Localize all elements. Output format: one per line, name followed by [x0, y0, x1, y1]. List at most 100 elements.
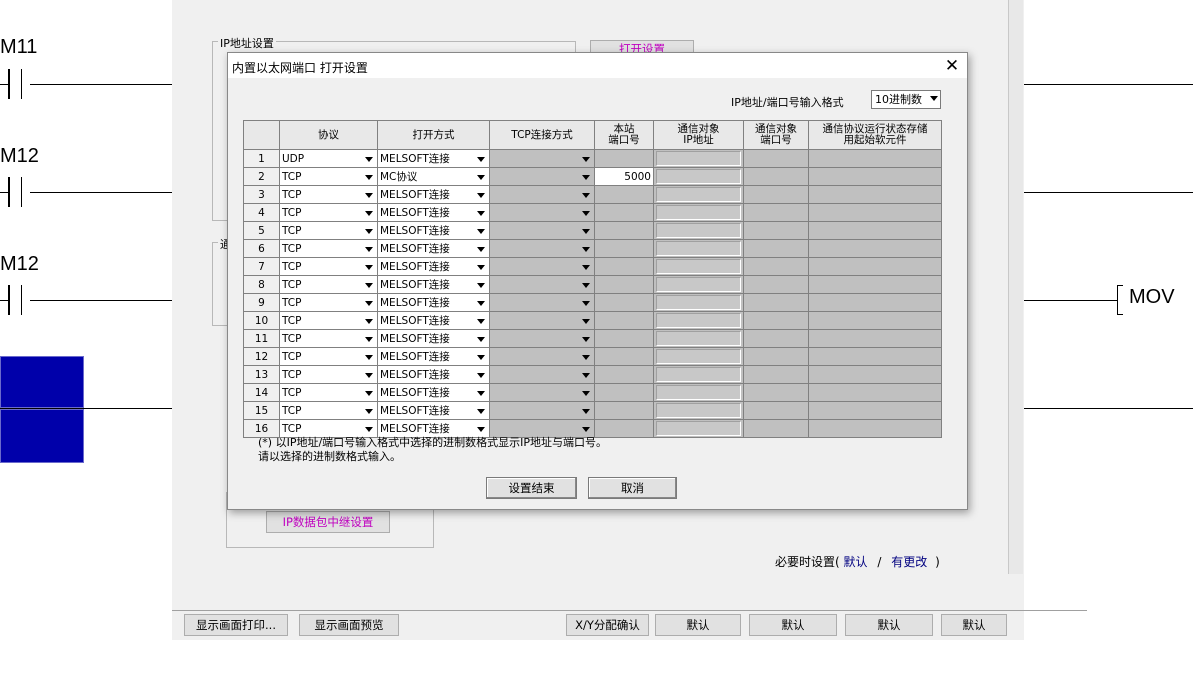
tcp-connection-select[interactable] [490, 150, 594, 167]
protocol-select[interactable]: TCP [280, 402, 377, 419]
tcp-connection-cell[interactable] [489, 275, 595, 294]
protocol-select[interactable]: TCP [280, 168, 377, 185]
local-port-cell[interactable] [594, 419, 654, 438]
open-method-select[interactable]: MC协议 [378, 168, 489, 185]
protocol-cell[interactable]: TCP [279, 203, 378, 222]
local-port-cell[interactable] [594, 257, 654, 276]
tcp-connection-select[interactable] [490, 240, 594, 257]
protocol-cell[interactable]: TCP [279, 419, 378, 438]
local-port-cell[interactable] [594, 293, 654, 312]
tcp-connection-cell[interactable] [489, 311, 595, 330]
local-port-cell[interactable] [594, 329, 654, 348]
selected-cell-block[interactable] [0, 409, 84, 463]
tcp-connection-select[interactable] [490, 186, 594, 203]
protocol-cell[interactable]: TCP [279, 365, 378, 384]
protocol-select[interactable]: TCP [280, 258, 377, 275]
open-method-cell[interactable]: MELSOFT连接 [377, 383, 490, 402]
tcp-connection-cell[interactable] [489, 203, 595, 222]
open-method-cell[interactable]: MELSOFT连接 [377, 311, 490, 330]
local-port-cell[interactable] [594, 149, 654, 168]
local-port-cell[interactable] [594, 311, 654, 330]
xy-assignment-check-button[interactable]: X/Y分配确认 [566, 614, 649, 636]
open-method-cell[interactable]: MELSOFT连接 [377, 185, 490, 204]
protocol-select[interactable]: TCP [280, 186, 377, 203]
protocol-select[interactable]: TCP [280, 366, 377, 383]
open-method-cell[interactable]: MC协议 [377, 167, 490, 186]
protocol-select[interactable]: TCP [280, 222, 377, 239]
open-method-select[interactable]: MELSOFT连接 [378, 312, 489, 329]
preview-screen-button[interactable]: 显示画面预览 [299, 614, 399, 636]
open-method-cell[interactable]: MELSOFT连接 [377, 221, 490, 240]
tcp-connection-select[interactable] [490, 222, 594, 239]
protocol-cell[interactable]: TCP [279, 311, 378, 330]
protocol-select[interactable]: TCP [280, 384, 377, 401]
protocol-select[interactable]: TCP [280, 330, 377, 347]
open-method-cell[interactable]: MELSOFT连接 [377, 239, 490, 258]
local-port-cell[interactable] [594, 203, 654, 222]
open-method-cell[interactable]: MELSOFT连接 [377, 293, 490, 312]
open-method-cell[interactable]: MELSOFT连接 [377, 365, 490, 384]
default-button-1[interactable]: 默认 [655, 614, 741, 636]
local-port-cell[interactable] [594, 401, 654, 420]
tcp-connection-select[interactable] [490, 420, 594, 437]
tcp-connection-select[interactable] [490, 402, 594, 419]
local-port-cell[interactable] [594, 185, 654, 204]
tcp-connection-select[interactable] [490, 168, 594, 185]
contact-symbol[interactable] [8, 69, 22, 99]
tcp-connection-cell[interactable] [489, 293, 595, 312]
protocol-cell[interactable]: TCP [279, 275, 378, 294]
protocol-cell[interactable]: TCP [279, 329, 378, 348]
tcp-connection-cell[interactable] [489, 419, 595, 438]
protocol-cell[interactable]: TCP [279, 239, 378, 258]
open-method-select[interactable]: MELSOFT连接 [378, 402, 489, 419]
tcp-connection-cell[interactable] [489, 149, 595, 168]
protocol-select[interactable]: TCP [280, 294, 377, 311]
protocol-select[interactable]: TCP [280, 312, 377, 329]
tcp-connection-select[interactable] [490, 330, 594, 347]
tcp-connection-select[interactable] [490, 384, 594, 401]
protocol-select[interactable]: TCP [280, 348, 377, 365]
protocol-cell[interactable]: UDP [279, 149, 378, 168]
local-port-cell[interactable] [594, 347, 654, 366]
open-method-select[interactable]: MELSOFT连接 [378, 240, 489, 257]
protocol-cell[interactable]: TCP [279, 221, 378, 240]
open-method-select[interactable]: MELSOFT连接 [378, 186, 489, 203]
open-method-cell[interactable]: MELSOFT连接 [377, 203, 490, 222]
tcp-connection-select[interactable] [490, 348, 594, 365]
tcp-connection-cell[interactable] [489, 347, 595, 366]
input-format-select[interactable]: 10进制数 [871, 90, 941, 109]
open-method-select[interactable]: MELSOFT连接 [378, 366, 489, 383]
open-method-select[interactable]: MELSOFT连接 [378, 348, 489, 365]
tcp-connection-select[interactable] [490, 312, 594, 329]
selected-cell-block[interactable] [0, 356, 84, 408]
open-method-select[interactable]: MELSOFT连接 [378, 222, 489, 239]
default-button-2[interactable]: 默认 [749, 614, 837, 636]
tcp-connection-cell[interactable] [489, 185, 595, 204]
open-method-cell[interactable]: MELSOFT连接 [377, 401, 490, 420]
ip-relay-settings-button[interactable]: IP数据包中继设置 [266, 511, 390, 533]
local-port-cell[interactable] [594, 221, 654, 240]
protocol-select[interactable]: UDP [280, 150, 377, 167]
contact-symbol[interactable] [8, 177, 22, 207]
open-method-select[interactable]: MELSOFT连接 [378, 258, 489, 275]
tcp-connection-select[interactable] [490, 204, 594, 221]
tcp-connection-cell[interactable] [489, 383, 595, 402]
vertical-scrollbar[interactable] [1008, 0, 1023, 574]
tcp-connection-cell[interactable] [489, 239, 595, 258]
protocol-cell[interactable]: TCP [279, 347, 378, 366]
print-screen-button[interactable]: 显示画面打印... [184, 614, 288, 636]
open-method-select[interactable]: MELSOFT连接 [378, 330, 489, 347]
protocol-select[interactable]: TCP [280, 240, 377, 257]
close-icon[interactable]: ✕ [940, 55, 964, 77]
tcp-connection-cell[interactable] [489, 257, 595, 276]
local-port-cell[interactable] [594, 383, 654, 402]
open-method-select[interactable]: MELSOFT连接 [378, 384, 489, 401]
open-method-select[interactable]: MELSOFT连接 [378, 420, 489, 437]
tcp-connection-select[interactable] [490, 258, 594, 275]
tcp-connection-select[interactable] [490, 294, 594, 311]
open-method-select[interactable]: MELSOFT连接 [378, 294, 489, 311]
tcp-connection-cell[interactable] [489, 167, 595, 186]
local-port-cell[interactable]: 5000 [594, 167, 654, 186]
tcp-connection-cell[interactable] [489, 365, 595, 384]
protocol-cell[interactable]: TCP [279, 257, 378, 276]
